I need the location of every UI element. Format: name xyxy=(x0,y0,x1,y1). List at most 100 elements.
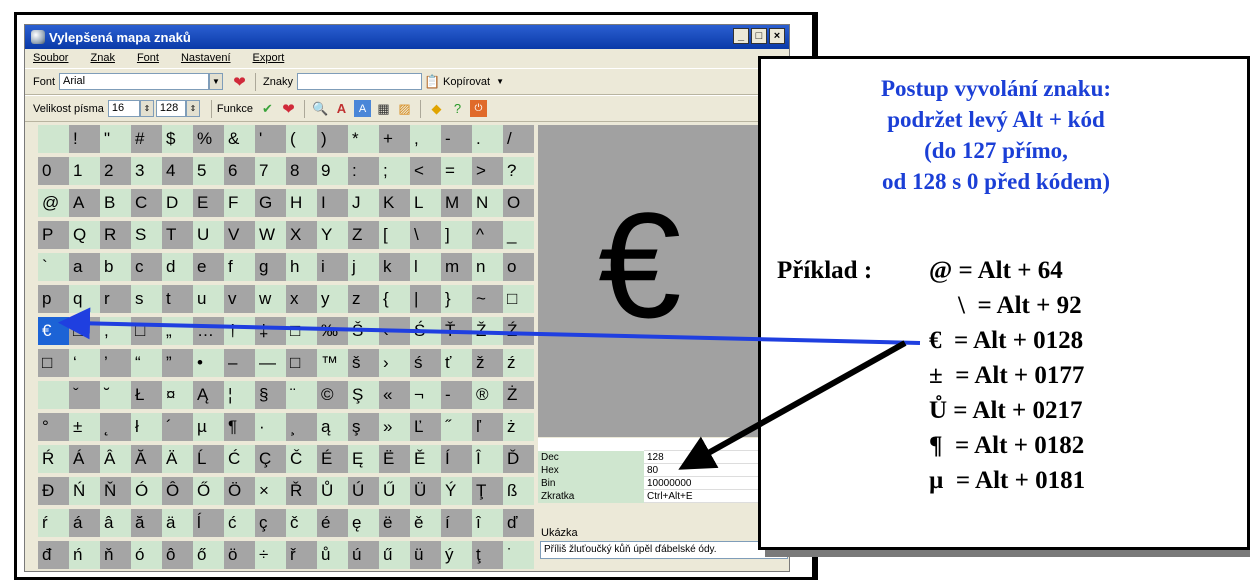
char-cell[interactable]: · xyxy=(255,413,286,441)
char-cell[interactable]: @ xyxy=(38,189,69,217)
font-select[interactable]: Arial xyxy=(59,73,210,90)
favorite-heart-icon[interactable]: ❤ xyxy=(231,73,248,91)
char-cell[interactable]: P xyxy=(38,221,69,249)
char-cell[interactable]: „ xyxy=(162,317,193,345)
char-cell[interactable]: › xyxy=(379,349,410,377)
char-cell[interactable]: É xyxy=(317,445,348,473)
char-cell[interactable]: Ă xyxy=(131,445,162,473)
char-cell[interactable]: ‡ xyxy=(255,317,286,345)
char-cell[interactable]: ÷ xyxy=(255,541,286,569)
char-cell[interactable]: Ě xyxy=(410,445,441,473)
char-cell[interactable]: ‘ xyxy=(69,349,100,377)
char-cell[interactable]: I xyxy=(317,189,348,217)
char-cell[interactable]: ĺ xyxy=(193,509,224,537)
char-cell[interactable]: ŕ xyxy=(38,509,69,537)
char-cell[interactable]: { xyxy=(379,285,410,313)
char-cell[interactable]: Ď xyxy=(503,445,534,473)
help-icon[interactable]: ? xyxy=(449,100,466,117)
char-cell[interactable]: Á xyxy=(69,445,100,473)
char-cell[interactable]: Ř xyxy=(286,477,317,505)
char-cell[interactable]: □ xyxy=(131,317,162,345)
char-cell[interactable]: , xyxy=(100,317,131,345)
char-cell[interactable]: ° xyxy=(38,413,69,441)
char-cell[interactable]: – xyxy=(224,349,255,377)
char-cell[interactable]: ś xyxy=(410,349,441,377)
char-cell[interactable]: ” xyxy=(162,349,193,377)
copy-icon[interactable]: 📋 xyxy=(424,73,441,90)
char-cell[interactable]: Đ xyxy=(38,477,69,505)
char-cell[interactable]: ç xyxy=(255,509,286,537)
char-cell[interactable]: z xyxy=(348,285,379,313)
char-cell[interactable]: □ xyxy=(286,349,317,377)
search-icon[interactable]: 🔍 xyxy=(312,100,329,117)
char-cell[interactable]: Ţ xyxy=(472,477,503,505)
char-cell[interactable]: Ł xyxy=(131,381,162,409)
char-cell[interactable]: f xyxy=(224,253,255,281)
char-cell[interactable]: \ xyxy=(410,221,441,249)
char-cell[interactable]: Ż xyxy=(503,381,534,409)
copy-dropdown-arrow[interactable]: ▼ xyxy=(496,77,504,86)
char-cell[interactable]: ¸ xyxy=(286,413,317,441)
char-cell[interactable]: ` xyxy=(38,253,69,281)
char-cell[interactable]: ] xyxy=(441,221,472,249)
char-cell[interactable]: x xyxy=(286,285,317,313)
char-cell[interactable]: & xyxy=(224,125,255,153)
char-cell[interactable]: Ó xyxy=(131,477,162,505)
char-cell[interactable]: c xyxy=(131,253,162,281)
char-cell[interactable]: ! xyxy=(69,125,100,153)
char-cell[interactable]: † xyxy=(224,317,255,345)
char-cell[interactable]: R xyxy=(100,221,131,249)
char-cell[interactable]: Î xyxy=(472,445,503,473)
char-cell[interactable]: µ xyxy=(193,413,224,441)
font-size-input[interactable]: 16 xyxy=(107,100,140,117)
char-cell[interactable]: Ň xyxy=(100,477,131,505)
char-cell[interactable]: ’ xyxy=(100,349,131,377)
char-cell[interactable]: ) xyxy=(317,125,348,153)
char-cell[interactable]: Ő xyxy=(193,477,224,505)
char-cell[interactable]: ; xyxy=(379,157,410,185)
char-cell[interactable]: - xyxy=(441,381,472,409)
settings-diamond-icon[interactable]: ◆ xyxy=(428,100,445,117)
char-cell[interactable]: ľ xyxy=(472,413,503,441)
char-cell[interactable]: ň xyxy=(100,541,131,569)
char-cell[interactable]: ‹ xyxy=(379,317,410,345)
char-cell[interactable]: ¶ xyxy=(224,413,255,441)
char-cell[interactable]: Y xyxy=(317,221,348,249)
char-cell[interactable]: > xyxy=(472,157,503,185)
char-cell[interactable]: H xyxy=(286,189,317,217)
char-cell[interactable]: _ xyxy=(503,221,534,249)
char-cell[interactable]: ě xyxy=(410,509,441,537)
char-cell[interactable]: W xyxy=(255,221,286,249)
minimize-button[interactable]: _ xyxy=(733,28,749,44)
char-cell[interactable]: Ć xyxy=(224,445,255,473)
char-cell[interactable]: ú xyxy=(348,541,379,569)
char-cell[interactable]: / xyxy=(503,125,534,153)
char-cell[interactable]: ˘ xyxy=(100,381,131,409)
char-cell[interactable]: ž xyxy=(472,349,503,377)
char-cell[interactable]: Z xyxy=(348,221,379,249)
char-cell[interactable]: q xyxy=(69,285,100,313)
char-cell[interactable]: m xyxy=(441,253,472,281)
char-cell[interactable]: : xyxy=(348,157,379,185)
char-cell[interactable]: - xyxy=(441,125,472,153)
char-cell[interactable]: L xyxy=(410,189,441,217)
char-cell[interactable]: ş xyxy=(348,413,379,441)
char-cell[interactable]: ¦ xyxy=(224,381,255,409)
char-cell[interactable]: × xyxy=(255,477,286,505)
palette-icon[interactable]: ▨ xyxy=(396,100,413,117)
char-cell[interactable]: u xyxy=(193,285,224,313)
char-cell[interactable] xyxy=(38,125,69,153)
char-cell[interactable]: ź xyxy=(503,349,534,377)
char-cell[interactable]: Ç xyxy=(255,445,286,473)
chars-input[interactable] xyxy=(296,73,422,90)
char-cell[interactable]: Ý xyxy=(441,477,472,505)
exit-icon[interactable]: ⏻ xyxy=(470,100,487,117)
char-cell[interactable]: Ĺ xyxy=(193,445,224,473)
maximize-button[interactable]: □ xyxy=(751,28,767,44)
char-cell[interactable]: š xyxy=(348,349,379,377)
char-cell[interactable]: $ xyxy=(162,125,193,153)
char-cell[interactable]: Ž xyxy=(472,317,503,345)
char-cell[interactable]: ‰ xyxy=(317,317,348,345)
char-cell[interactable]: , xyxy=(410,125,441,153)
char-cell[interactable]: V xyxy=(224,221,255,249)
